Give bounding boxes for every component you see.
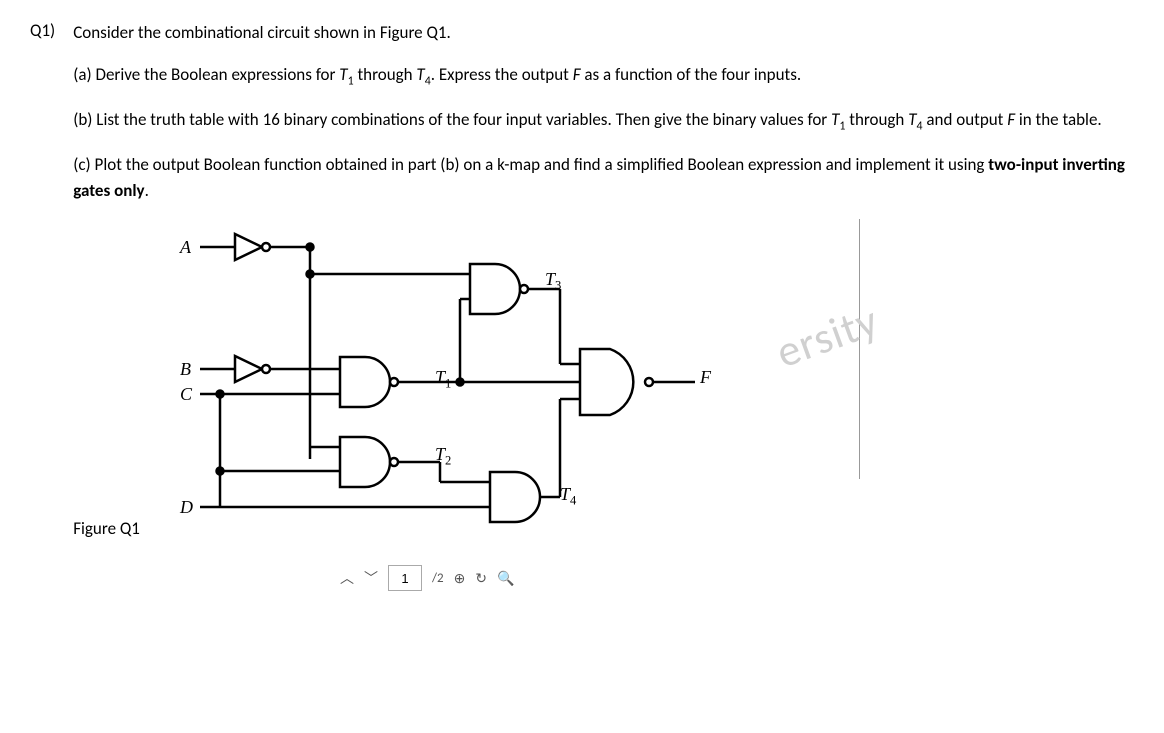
part-b-t4: T <box>908 109 916 130</box>
part-a-prefix: (a) Derive the Boolean expressions for <box>73 64 339 85</box>
page-number-input[interactable] <box>388 565 422 591</box>
page-total: /2 <box>432 571 444 586</box>
part-b-prefix: (b) List the truth table with 16 binary … <box>73 109 831 130</box>
question-intro: Consider the combinational circuit shown… <box>73 20 1134 46</box>
part-c-prefix: (c) Plot the output Boolean function obt… <box>73 154 988 175</box>
part-c-suffix: . <box>145 180 149 201</box>
part-c: (c) Plot the output Boolean function obt… <box>73 152 1134 203</box>
vertical-separator <box>859 219 860 479</box>
node-t3-label: T3 <box>545 269 561 294</box>
part-a: (a) Derive the Boolean expressions for T… <box>73 62 1134 91</box>
part-a-suffix: as a function of the four inputs. <box>581 64 802 85</box>
part-b-mid2: and output <box>923 109 1008 130</box>
output-f-label: F <box>700 367 711 388</box>
part-b-f: F <box>1007 109 1015 130</box>
input-a-label: A <box>180 237 191 258</box>
input-d-label: D <box>180 497 193 518</box>
question-body: Consider the combinational circuit shown… <box>73 20 1134 559</box>
circuit-svg <box>180 219 820 559</box>
figure-caption: Figure Q1 <box>73 518 140 539</box>
search-icon[interactable]: 🔍 <box>497 570 514 587</box>
rotate-icon[interactable]: ↻ <box>475 570 487 587</box>
part-a-t1: T <box>339 64 347 85</box>
part-b-suffix: in the table. <box>1015 109 1102 130</box>
figure-row: Figure Q1 ersity A B C D T1 T2 T3 T4 F <box>73 219 1134 559</box>
part-a-t4: T <box>416 64 424 85</box>
prev-page-button[interactable]: ︿ <box>340 568 354 588</box>
part-a-mid2: . Express the output <box>431 64 573 85</box>
node-t2-label: T2 <box>435 444 451 469</box>
question-block: Q1) Consider the combinational circuit s… <box>30 20 1134 559</box>
part-b: (b) List the truth table with 16 binary … <box>73 107 1134 136</box>
node-t1-label: T1 <box>435 367 451 392</box>
part-a-f: F <box>573 64 581 85</box>
input-c-label: C <box>180 384 192 405</box>
question-number: Q1) <box>30 20 55 559</box>
node-t4-label: T4 <box>560 484 576 509</box>
input-b-label: B <box>180 359 191 380</box>
next-page-button[interactable]: ﹀ <box>364 568 378 588</box>
part-b-mid1: through <box>845 109 908 130</box>
zoom-in-icon[interactable]: ⊕ <box>454 570 466 587</box>
pdf-pager: ︿ ﹀ /2 ⊕ ↻ 🔍 <box>340 565 820 591</box>
part-a-mid1: through <box>354 64 417 85</box>
circuit-diagram: ersity A B C D T1 T2 T3 T4 F <box>180 219 820 559</box>
